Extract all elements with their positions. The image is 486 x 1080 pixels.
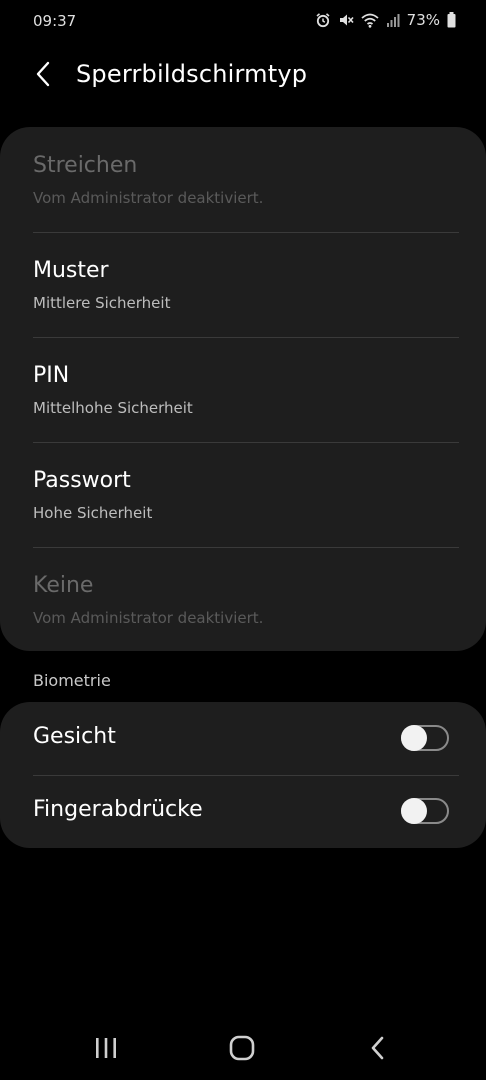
page-title: Sperrbildschirmtyp: [76, 60, 308, 88]
option-subtitle: Mittelhohe Sicherheit: [33, 399, 193, 417]
status-time: 09:37: [33, 12, 77, 30]
back-arrow-icon: [36, 61, 50, 87]
toggle-label: Fingerabdrücke: [33, 797, 203, 822]
option-subtitle: Mittlere Sicherheit: [33, 294, 171, 312]
option-title: Muster: [33, 258, 109, 283]
option-none: Keine Vom Administrator deaktiviert.: [33, 547, 459, 652]
biometrics-card: Gesicht Fingerabdrücke: [0, 702, 486, 848]
option-password[interactable]: Passwort Hohe Sicherheit: [33, 442, 459, 547]
fingerprint-toggle-switch[interactable]: [401, 798, 449, 824]
recent-apps-icon: [96, 1038, 116, 1058]
battery-percent: 73%: [406, 11, 440, 29]
recent-apps-button[interactable]: [86, 1033, 126, 1063]
option-title: Passwort: [33, 468, 131, 493]
navigation-bar: [0, 1015, 486, 1080]
status-icons: 73%: [315, 11, 456, 29]
back-nav-icon: [371, 1036, 384, 1060]
battery-icon: [447, 12, 456, 28]
option-pattern[interactable]: Muster Mittlere Sicherheit: [33, 232, 459, 337]
toggle-label: Gesicht: [33, 724, 116, 749]
option-subtitle: Vom Administrator deaktiviert.: [33, 609, 264, 627]
back-button[interactable]: [26, 56, 60, 92]
option-pin[interactable]: PIN Mittelhohe Sicherheit: [33, 337, 459, 442]
status-bar: 09:37 73%: [0, 0, 486, 44]
option-title: Streichen: [33, 153, 138, 178]
signal-icon: [386, 13, 400, 27]
home-icon: [229, 1035, 255, 1061]
switch-knob: [401, 725, 427, 751]
wifi-icon: [361, 13, 379, 28]
alarm-icon: [315, 12, 331, 28]
option-subtitle: Hohe Sicherheit: [33, 504, 153, 522]
option-swipe: Streichen Vom Administrator deaktiviert.: [33, 127, 459, 232]
toggle-row-face[interactable]: Gesicht: [33, 702, 459, 775]
switch-knob: [401, 798, 427, 824]
home-button[interactable]: [222, 1033, 262, 1063]
face-toggle-switch[interactable]: [401, 725, 449, 751]
header: Sperrbildschirmtyp: [0, 50, 486, 100]
lock-type-card: Streichen Vom Administrator deaktiviert.…: [0, 127, 486, 651]
option-subtitle: Vom Administrator deaktiviert.: [33, 189, 264, 207]
toggle-row-fingerprint[interactable]: Fingerabdrücke: [33, 775, 459, 848]
mute-icon: [338, 12, 354, 28]
back-nav-button[interactable]: [358, 1033, 398, 1063]
section-label-biometrics: Biometrie: [33, 671, 111, 690]
option-title: PIN: [33, 363, 70, 388]
option-title: Keine: [33, 573, 94, 598]
